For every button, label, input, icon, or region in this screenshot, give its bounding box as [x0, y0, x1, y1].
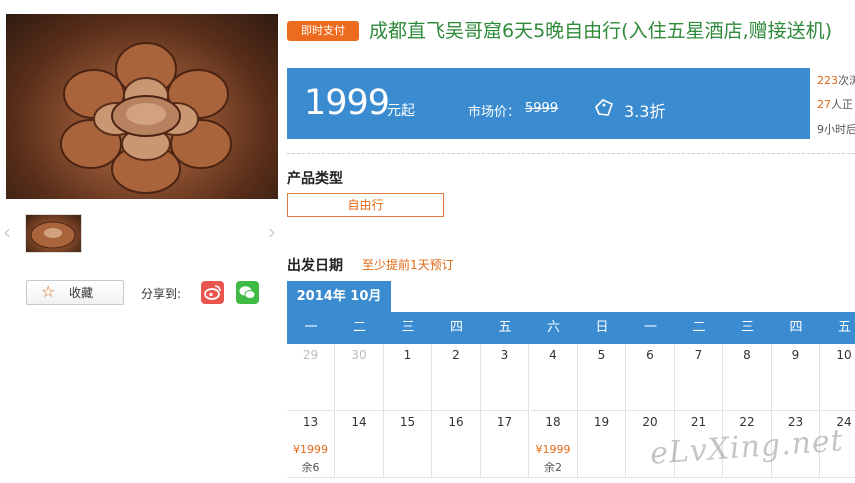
- calendar-day: 29: [287, 344, 335, 411]
- day-number: 6: [646, 348, 654, 362]
- day-number: 2: [452, 348, 460, 362]
- day-number: 9: [791, 348, 800, 362]
- day-number: 7: [694, 348, 703, 362]
- time-remaining: 9小时后: [817, 123, 855, 136]
- calendar-day: 6: [626, 344, 675, 411]
- calendar-day: 17: [481, 411, 529, 478]
- stone-lotus-carving: [60, 42, 232, 194]
- calendar-day: 10: [820, 344, 855, 411]
- price-unit: 元起: [387, 103, 415, 119]
- calendar-day: 5: [578, 344, 626, 411]
- watching-count: 27人正: [817, 98, 853, 111]
- market-price-label: 市场价：: [468, 105, 521, 120]
- weekday-label: 二: [692, 320, 706, 335]
- departure-date-label: 出发日期: [287, 258, 343, 274]
- product-main-image[interactable]: [6, 14, 278, 199]
- day-number: 21: [690, 415, 707, 429]
- weekday-label: 五: [498, 320, 512, 335]
- weekday-label: 日: [595, 320, 609, 335]
- weekday-label: 六: [546, 320, 560, 335]
- day-remaining: 余2: [544, 461, 562, 474]
- calendar-day: 14: [335, 411, 384, 478]
- prev-image-arrow[interactable]: ‹: [3, 222, 15, 242]
- calendar-day: 16: [432, 411, 481, 478]
- view-count: 223次浏: [817, 74, 855, 87]
- calendar-day: 19: [578, 411, 626, 478]
- price-panel: 1999 元起 市场价： 5999 3.3折: [287, 68, 810, 139]
- calendar-day-available[interactable]: 18 ¥1999 余2: [529, 411, 578, 478]
- day-number: 22: [739, 415, 755, 429]
- weekday-label: 四: [449, 320, 463, 335]
- weekday-label: 三: [740, 320, 754, 335]
- calendar-day-available[interactable]: 13 ¥1999 余6: [287, 411, 335, 478]
- image-thumbnail[interactable]: [25, 214, 82, 253]
- day-price: ¥1999: [293, 443, 328, 456]
- day-price: ¥1999: [535, 443, 571, 456]
- calendar-day: 7: [675, 344, 723, 411]
- weekday-label: 一: [304, 320, 318, 335]
- calendar-day: 2: [432, 344, 481, 411]
- share-label: 分享到:: [141, 287, 182, 301]
- day-number: 1: [403, 348, 412, 362]
- day-number: 18: [545, 415, 561, 429]
- day-number: 13: [302, 415, 319, 429]
- calendar-day: 30: [335, 344, 384, 411]
- favorite-button[interactable]: ☆ 收藏: [26, 280, 124, 305]
- day-number: 17: [496, 415, 513, 429]
- day-number: 5: [597, 348, 606, 362]
- calendar-day: 9: [772, 344, 820, 411]
- weekday-label: 四: [789, 320, 803, 335]
- day-number: 30: [351, 348, 367, 362]
- calendar-day: 15: [384, 411, 432, 478]
- product-title: 成都直飞吴哥窟6天5晚自由行(入住五星酒店,赠接送机): [369, 20, 833, 42]
- market-price-value: 5999: [525, 101, 559, 116]
- day-number: 15: [399, 415, 416, 429]
- wechat-icon[interactable]: [236, 281, 259, 304]
- next-image-arrow[interactable]: ›: [268, 222, 280, 242]
- day-remaining: 余6: [301, 461, 320, 474]
- divider: [287, 153, 855, 154]
- calendar-day: 8: [723, 344, 772, 411]
- product-type-label: 产品类型: [287, 171, 343, 187]
- day-number: 4: [549, 348, 557, 362]
- day-number: 8: [743, 348, 751, 362]
- day-number: 10: [836, 348, 852, 362]
- star-icon: ☆: [41, 282, 56, 301]
- weekday-label: 二: [352, 320, 366, 335]
- day-number: 19: [593, 415, 610, 429]
- product-type-option[interactable]: 自由行: [287, 193, 444, 217]
- day-number: 16: [448, 415, 464, 429]
- weekday-label: 三: [401, 320, 415, 335]
- advance-booking-note: 至少提前1天预订: [362, 258, 454, 272]
- calendar-day: 3: [481, 344, 529, 411]
- calendar-day: 1: [384, 344, 432, 411]
- thumbnail-lotus: [30, 221, 76, 249]
- discount-tag-icon: [593, 98, 615, 118]
- calendar-day: 4: [529, 344, 578, 411]
- day-number: 14: [351, 415, 367, 429]
- favorite-label: 收藏: [69, 286, 94, 300]
- price-value: 1999: [304, 83, 390, 123]
- calendar-weekday-header: 一二三四五六日一二三四五: [287, 312, 855, 344]
- weibo-icon[interactable]: [201, 281, 224, 304]
- weekday-label: 一: [643, 320, 657, 335]
- instant-pay-badge: 即时支付: [287, 21, 359, 41]
- day-number: 29: [302, 348, 319, 362]
- weekday-label: 五: [837, 320, 851, 335]
- calendar-month-tab[interactable]: 2014年 10月: [287, 281, 391, 312]
- day-number: 20: [642, 415, 658, 429]
- day-number: 3: [500, 348, 509, 362]
- discount-value: 3.3折: [624, 102, 666, 121]
